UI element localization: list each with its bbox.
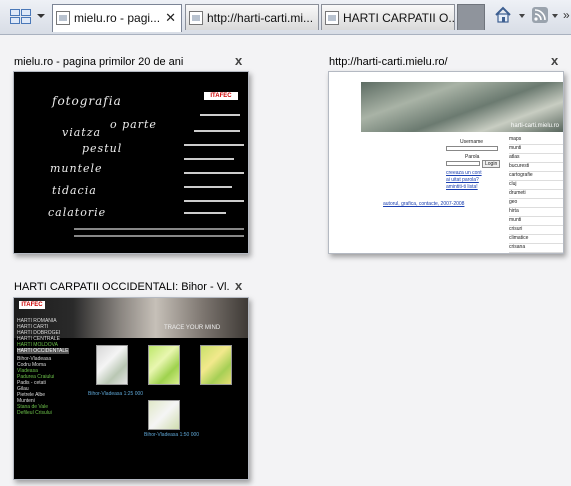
- chevron-down-icon[interactable]: [37, 14, 45, 18]
- page-favicon-icon: [56, 11, 70, 25]
- map-thumbnail[interactable]: [200, 345, 232, 385]
- tagline: TRACE YOUR MIND: [164, 325, 221, 331]
- tab-mielu[interactable]: mielu.ro - pagi... ✕: [52, 4, 182, 32]
- site-logo: ITAFEC: [204, 92, 238, 100]
- news-line: [184, 212, 226, 214]
- footer-links[interactable]: autorul, grafica, contacte, 2007-2008: [383, 201, 464, 207]
- quick-tabs-button[interactable]: [4, 4, 48, 28]
- tab-label: mielu.ro - pagi...: [74, 11, 161, 25]
- news-line: [184, 186, 232, 188]
- username-label: Username: [460, 139, 484, 145]
- home-dropdown-icon[interactable]: [519, 14, 525, 18]
- map-caption[interactable]: Bihor-Vladeasa 1:50 000: [144, 432, 199, 438]
- map-thumbnail[interactable]: [96, 345, 128, 385]
- list-item[interactable]: crisuri: [509, 226, 563, 235]
- thumbnail-harti-carti[interactable]: harti-carti.mielu.ro Username Parola Log…: [328, 71, 564, 254]
- news-line: [194, 130, 240, 132]
- news-line: [184, 200, 244, 202]
- grid-icon: [10, 9, 31, 24]
- footer-line: [74, 228, 244, 230]
- menu-item: o parte: [110, 118, 157, 131]
- news-line: [200, 114, 240, 116]
- tab-harti-carpatii[interactable]: HARTI CARPATII O...: [321, 4, 455, 30]
- map-caption[interactable]: Bihor-Vladeasa 1:25 000: [88, 391, 143, 397]
- list-item[interactable]: drumeti: [509, 190, 563, 199]
- tab-strip: mielu.ro - pagi... ✕ http://harti-carti.…: [0, 0, 571, 35]
- link[interactable]: creeaza un cont: [446, 170, 482, 176]
- username-field[interactable]: [446, 146, 498, 151]
- rss-icon[interactable]: [532, 7, 548, 23]
- quick-tab-title[interactable]: mielu.ro - pagina primilor 20 de ani: [14, 56, 229, 68]
- more-tools-button[interactable]: »: [563, 8, 571, 24]
- list-item[interactable]: maps: [509, 136, 563, 145]
- close-icon[interactable]: x: [551, 53, 558, 68]
- login-button[interactable]: Login: [482, 160, 501, 168]
- home-icon[interactable]: [494, 6, 512, 24]
- password-field[interactable]: [446, 161, 480, 166]
- menu-item: pestul: [82, 142, 123, 155]
- list-item[interactable]: bucuresti: [509, 163, 563, 172]
- link[interactable]: amintiti-ti lista!: [446, 184, 478, 190]
- nav-item-active[interactable]: HARTI OCCIDENTALE: [17, 348, 69, 354]
- feeds-dropdown-icon[interactable]: [552, 14, 558, 18]
- banner-image: harti-carti.mielu.ro: [361, 82, 563, 132]
- nav-item[interactable]: Defileul Crisului: [17, 410, 52, 416]
- list-item[interactable]: climatice: [509, 235, 563, 244]
- list-item[interactable]: geo: [509, 199, 563, 208]
- thumbnail-harti-carpatii[interactable]: ITAFEC TRACE YOUR MIND HARTI ROMANIA HAR…: [13, 297, 249, 480]
- site-logo: ITAFEC: [19, 301, 45, 309]
- menu-item: muntele: [50, 162, 103, 175]
- close-icon[interactable]: x: [235, 278, 242, 293]
- news-line: [184, 144, 244, 146]
- page-favicon-icon: [189, 11, 203, 25]
- list-item[interactable]: hirta: [509, 208, 563, 217]
- news-line: [184, 172, 244, 174]
- list-item[interactable]: munti: [509, 145, 563, 154]
- map-thumbnail[interactable]: [148, 400, 180, 430]
- banner-text: harti-carti.mielu.ro: [510, 123, 559, 129]
- thumbnail-mielu[interactable]: fotografia o parte viatza pestul muntele…: [13, 71, 249, 254]
- list-item[interactable]: crisana: [509, 244, 563, 253]
- menu-item: calatorie: [48, 206, 107, 219]
- sidebar-list: maps munti atlas bucuresti cartografie c…: [509, 136, 563, 253]
- close-tab-icon[interactable]: ✕: [165, 10, 176, 26]
- quick-tab-title[interactable]: HARTI CARPATII OCCIDENTALI: Bihor - Vl..…: [14, 281, 229, 293]
- tab-label: HARTI CARPATII O...: [343, 11, 455, 25]
- page-favicon-icon: [325, 11, 339, 25]
- quick-tab-title[interactable]: http://harti-carti.mielu.ro/: [329, 56, 544, 68]
- list-item[interactable]: cartografie: [509, 172, 563, 181]
- list-item[interactable]: munti: [509, 217, 563, 226]
- news-line: [184, 158, 234, 160]
- tab-label: http://harti-carti.mi...: [207, 11, 314, 25]
- menu-item: viatza: [62, 126, 102, 139]
- list-item[interactable]: atlas: [509, 154, 563, 163]
- map-thumbnail[interactable]: [148, 345, 180, 385]
- menu-item: tidacia: [52, 184, 97, 197]
- tab-harti-carti[interactable]: http://harti-carti.mi...: [185, 4, 319, 30]
- list-item[interactable]: cluj: [509, 181, 563, 190]
- new-tab-button[interactable]: [457, 4, 485, 30]
- link[interactable]: ai uitat parola?: [446, 177, 479, 183]
- close-icon[interactable]: x: [235, 53, 242, 68]
- footer-line: [74, 235, 244, 237]
- password-label: Parola: [465, 154, 480, 160]
- menu-item: fotografia: [52, 94, 122, 108]
